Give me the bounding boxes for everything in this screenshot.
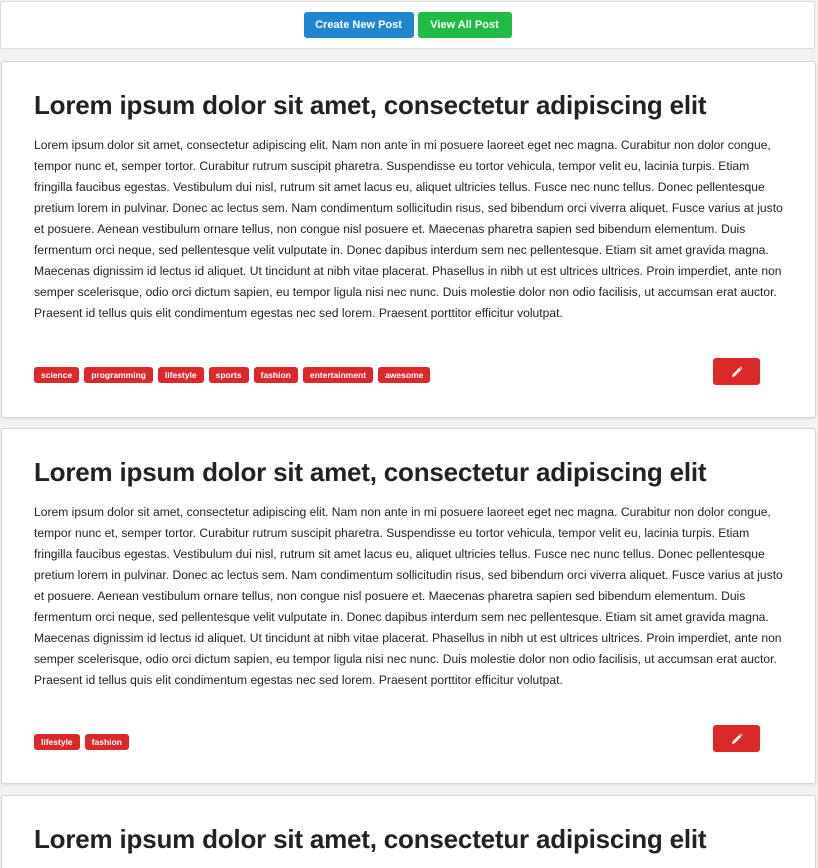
post-title: Lorem ipsum dolor sit amet, consectetur … [34, 90, 707, 120]
tag-entertainment[interactable]: entertainment [302, 367, 374, 383]
edit-post-button[interactable] [713, 358, 760, 385]
tag-lifestyle[interactable]: lifestyle [34, 734, 80, 750]
tag-awesome[interactable]: awesome [378, 367, 431, 383]
post-card: Lorem ipsum dolor sit amet, consectetur … [1, 795, 816, 868]
create-new-post-button[interactable]: Create New Post [303, 12, 414, 38]
tag-list: science programming lifestyle sports fas… [34, 367, 431, 383]
tag-lifestyle[interactable]: lifestyle [157, 367, 204, 383]
post-card: Lorem ipsum dolor sit amet, consectetur … [1, 428, 816, 784]
tag-fashion[interactable]: fashion [84, 734, 129, 750]
pencil-icon [731, 732, 743, 744]
pencil-icon [731, 365, 743, 377]
view-all-post-button[interactable]: View All Post [417, 12, 512, 38]
post-title: Lorem ipsum dolor sit amet, consectetur … [34, 824, 707, 854]
post-title: Lorem ipsum dolor sit amet, consectetur … [34, 457, 707, 487]
post-card: Lorem ipsum dolor sit amet, consectetur … [1, 61, 816, 418]
tag-fashion[interactable]: fashion [253, 367, 298, 383]
post-body: Lorem ipsum dolor sit amet, consectetur … [34, 138, 783, 320]
tag-list: lifestyle fashion [34, 734, 129, 750]
post-body: Lorem ipsum dolor sit amet, consectetur … [34, 505, 783, 687]
top-toolbar: Create New Post View All Post [0, 1, 815, 49]
tag-science[interactable]: science [34, 367, 80, 383]
edit-post-button[interactable] [713, 725, 760, 752]
tag-sports[interactable]: sports [208, 367, 249, 383]
tag-programming[interactable]: programming [84, 367, 153, 383]
